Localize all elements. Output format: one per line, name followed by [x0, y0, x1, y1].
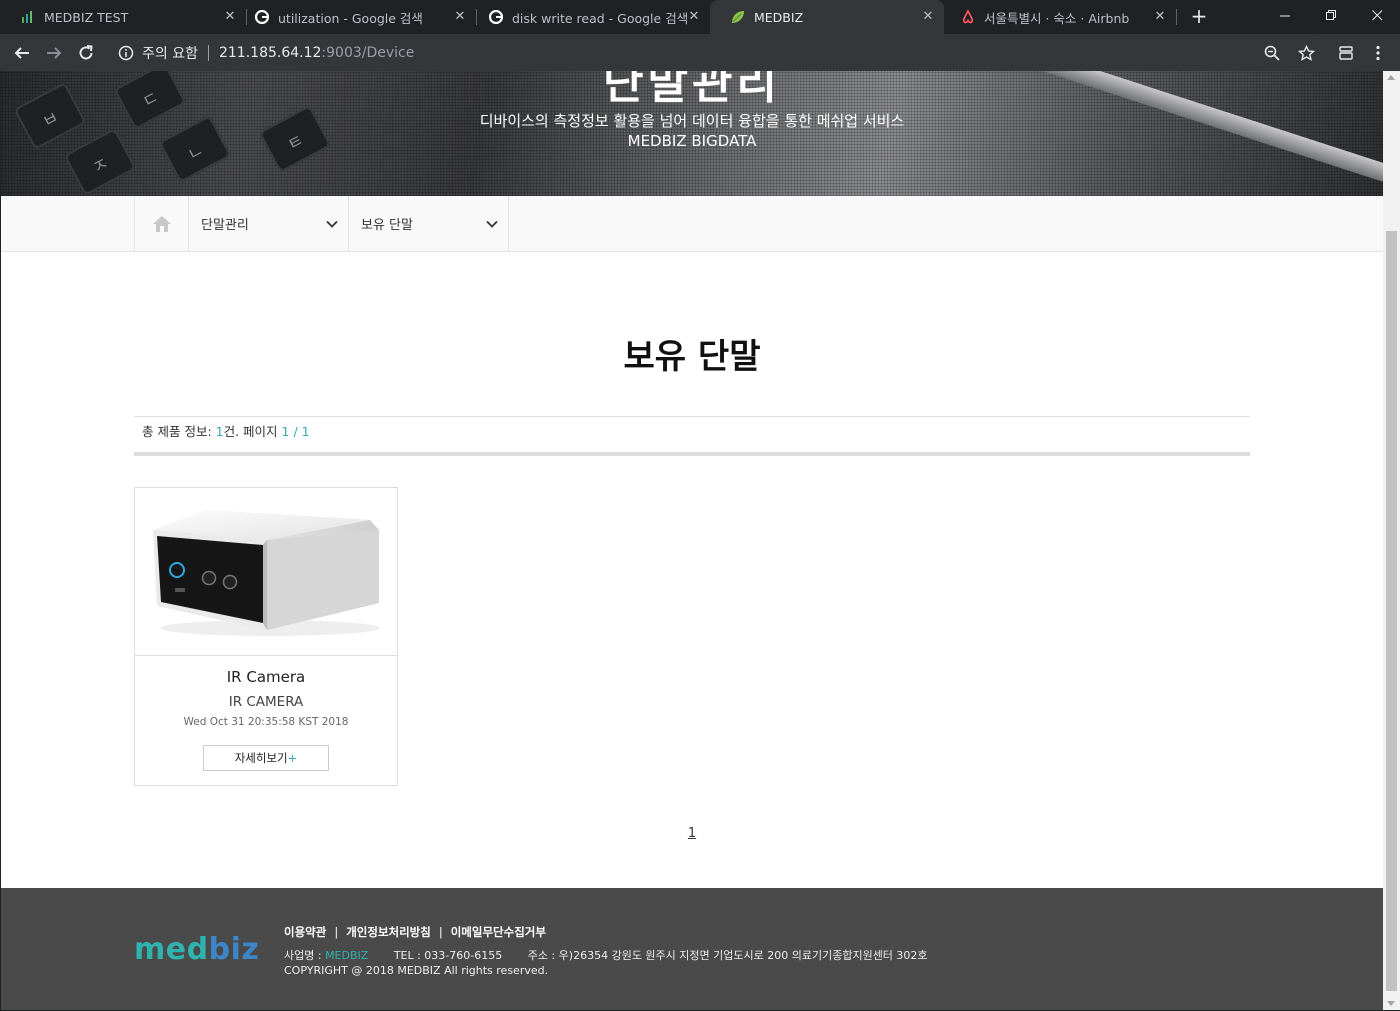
footer-links: 이용약관 | 개인정보처리방침 | 이메일무단수집거부: [284, 924, 546, 940]
summary-pages: 1 / 1: [281, 424, 310, 439]
url-host: 211.185.64.12: [218, 44, 322, 61]
hero-title: 단말관리: [603, 71, 781, 109]
divider: |: [438, 925, 443, 939]
page-scrollbar[interactable]: [1383, 71, 1400, 1010]
tab-airbnb[interactable]: 서울특별시 · 숙소 · Airbnb ✕: [940, 0, 1176, 34]
scroll-down-icon[interactable]: [1387, 1001, 1395, 1006]
zoom-icon[interactable]: [1260, 41, 1284, 65]
pagination-page-link[interactable]: 1: [1, 826, 1383, 841]
close-icon[interactable]: ✕: [686, 9, 702, 25]
company-label: 사업명 :: [284, 949, 326, 962]
hero-subtitle: 디바이스의 측정정보 활용을 넘어 데이터 융합을 통한 메쉬업 서비스: [479, 112, 905, 130]
device-image: [135, 488, 397, 656]
restore-icon[interactable]: [1308, 0, 1354, 30]
hero-banner: ㅂ ㄷ ㅈ ㄴ ㅌ 단말관리 디바이스의 측정정보 활용을 넘어 데이터 융합을…: [1, 71, 1383, 196]
detail-label: 자세히보기: [234, 751, 288, 765]
minimize-icon[interactable]: [1262, 0, 1308, 30]
sub-navigation: 단말관리 보유 단말: [1, 196, 1383, 252]
scrollbar-thumb[interactable]: [1386, 231, 1397, 991]
page-title: 보유 단말: [623, 337, 761, 377]
divider: |: [334, 925, 339, 939]
tab-title: 서울특별시 · 숙소 · Airbnb: [984, 10, 1130, 26]
tab-separator: [1176, 9, 1177, 25]
company-name: MEDBIZ: [325, 949, 369, 962]
device-date: Wed Oct 31 20:35:58 KST 2018: [183, 716, 349, 728]
chevron-down-icon: [486, 220, 498, 228]
tab-medbiz[interactable]: MEDBIZ ✕: [710, 0, 944, 34]
airbnb-icon: [960, 9, 976, 25]
footer-company-info: 사업명 : MEDBIZ TEL : 033-760-6155 주소 : 우)2…: [284, 947, 928, 963]
info-icon[interactable]: [118, 45, 134, 61]
extension-icon[interactable]: [1334, 41, 1358, 65]
medbiz-logo: medbiz: [134, 932, 260, 967]
tab-title: MEDBIZ: [754, 9, 804, 25]
tab-title: disk write read - Google 검색: [512, 10, 689, 26]
privacy-link[interactable]: 개인정보처리방침: [346, 925, 431, 939]
menu-icon[interactable]: [1366, 41, 1390, 65]
chevron-down-icon: [326, 220, 338, 228]
browser-tab-strip: MEDBIZ TEST ✕ utilization - Google 검색 ✕ …: [0, 0, 1400, 34]
security-warning: 주의 요함: [142, 45, 198, 62]
summary-prefix: 총 제품 정보:: [142, 424, 216, 439]
dropdown-label: 보유 단말: [361, 218, 413, 233]
summary-count: 1: [215, 424, 224, 439]
browser-toolbar: 주의 요함 211.185.64.12:9003/Device: [0, 34, 1400, 71]
home-icon: [152, 215, 171, 232]
url-path: :9003/Device: [321, 44, 415, 61]
footer: medbiz 이용약관 | 개인정보처리방침 | 이메일무단수집거부 사업명 : MED…: [1, 888, 1383, 1010]
product-summary: 총 제품 정보: 1건. 페이지 1 / 1: [134, 416, 1250, 456]
tab-medbiz-test[interactable]: MEDBIZ TEST ✕: [0, 0, 246, 34]
close-icon[interactable]: ✕: [452, 9, 468, 25]
home-button[interactable]: [134, 196, 189, 251]
detail-button[interactable]: 자세히보기+: [203, 745, 329, 771]
close-window-icon[interactable]: [1354, 0, 1400, 30]
address-bar[interactable]: 주의 요함 211.185.64.12:9003/Device: [108, 38, 1328, 67]
device-card: IR Camera IR CAMERA Wed Oct 31 20:35:58 …: [134, 487, 398, 786]
dropdown-label: 단말관리: [201, 218, 249, 233]
bookmark-star-icon[interactable]: [1294, 41, 1318, 65]
device-model: IR CAMERA: [228, 694, 304, 710]
forward-icon[interactable]: [42, 41, 66, 65]
plus-icon: +: [287, 751, 298, 765]
menu-dropdown-device-management[interactable]: 단말관리: [189, 196, 349, 251]
new-tab-button[interactable]: +: [1188, 5, 1210, 27]
google-icon: [254, 9, 270, 25]
terms-link[interactable]: 이용약관: [284, 925, 326, 939]
tab-google-utilization[interactable]: utilization - Google 검색 ✕: [234, 0, 476, 34]
page-viewport: ㅂ ㄷ ㅈ ㄴ ㅌ 단말관리 디바이스의 측정정보 활용을 넘어 데이터 융합을…: [1, 71, 1383, 1010]
google-icon: [488, 9, 504, 25]
tab-title: utilization - Google 검색: [278, 10, 423, 26]
bar-chart-icon: [20, 9, 36, 25]
close-icon[interactable]: ✕: [920, 9, 936, 25]
close-icon[interactable]: ✕: [1152, 9, 1168, 25]
footer-copyright: COPYRIGHT @ 2018 MEDBIZ All rights reser…: [284, 964, 549, 977]
email-policy-link[interactable]: 이메일무단수집거부: [451, 925, 546, 939]
tab-google-disk[interactable]: disk write read - Google 검색 ✕: [468, 0, 710, 34]
scroll-up-icon[interactable]: [1387, 75, 1395, 80]
back-icon[interactable]: [10, 41, 34, 65]
ir-camera-image: [153, 510, 380, 636]
footer-tel: TEL : 033-760-6155: [393, 949, 503, 962]
footer-address: 주소 : 우)26354 강원도 원주시 지정면 기업도시로 200 의료기기종…: [527, 949, 928, 962]
device-name: IR Camera: [226, 668, 306, 686]
leaf-icon: [730, 9, 746, 25]
divider: [207, 44, 209, 61]
menu-dropdown-owned-devices[interactable]: 보유 단말: [349, 196, 509, 251]
hero-subtitle-brand: MEDBIZ BIGDATA: [627, 132, 757, 150]
tab-title: MEDBIZ TEST: [44, 9, 129, 25]
summary-mid: 건. 페이지: [223, 424, 282, 439]
reload-icon[interactable]: [74, 41, 98, 65]
